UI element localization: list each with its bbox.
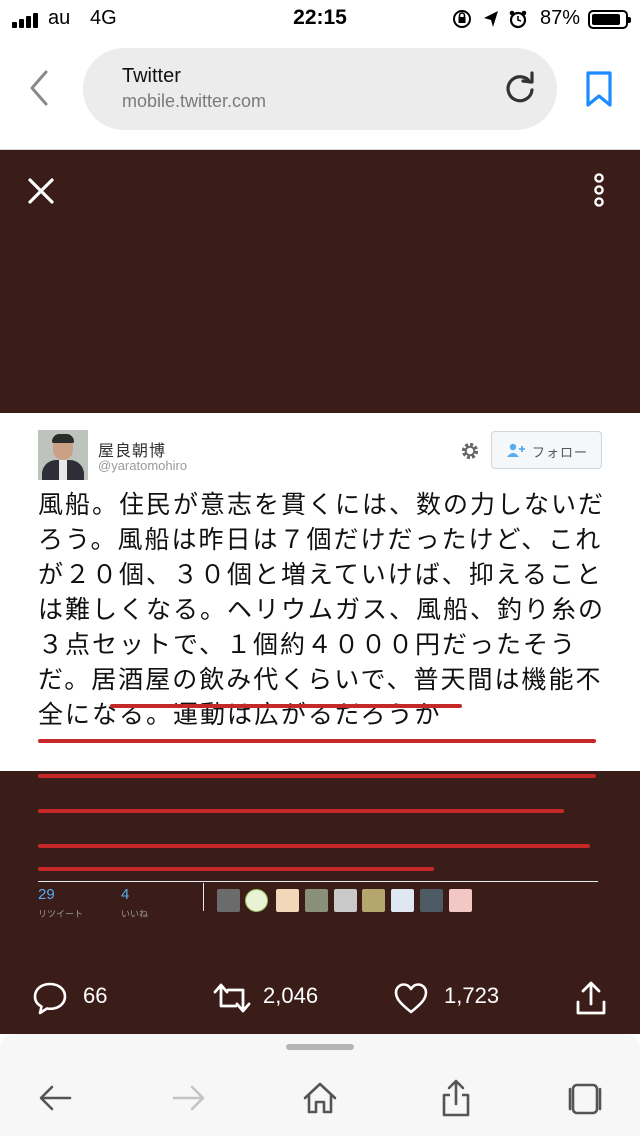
share-icon[interactable]	[573, 980, 609, 1016]
red-underline	[38, 867, 434, 871]
page-url: mobile.twitter.com	[122, 91, 267, 111]
close-icon[interactable]	[24, 174, 58, 208]
liker-avatar	[449, 889, 472, 912]
nav-back-icon[interactable]	[36, 1078, 76, 1118]
status-bar: au 4G 22:15 87%	[0, 0, 640, 40]
nav-forward-icon[interactable]	[168, 1078, 208, 1118]
alarm-icon	[509, 10, 527, 29]
browser-back-icon[interactable]	[20, 66, 60, 110]
retweet-icon[interactable]	[212, 980, 252, 1016]
battery-icon	[588, 10, 631, 29]
tweet-screenshot-image[interactable]: 屋良朝博 @yaratomohiro フォロー 風船。住民が意志を貫くには、数の…	[0, 413, 640, 919]
red-underline	[38, 844, 590, 848]
red-underline	[38, 739, 596, 743]
liker-avatar	[391, 889, 414, 912]
rotation-lock-icon	[453, 10, 471, 28]
author-handle: @yaratomohiro	[98, 458, 188, 473]
liker-avatar	[334, 889, 357, 912]
author-avatar	[38, 430, 88, 480]
share-page-icon[interactable]	[436, 1078, 476, 1118]
tweet-line: 全になる。運動は広がるだろうか	[38, 700, 442, 729]
more-options-icon[interactable]	[584, 170, 614, 210]
like-count: 1,723	[444, 983, 500, 1008]
page-title: Twitter	[122, 65, 181, 87]
gear-icon	[461, 442, 479, 460]
image-retweet-label: リツイート	[38, 909, 84, 919]
drag-handle[interactable]	[286, 1044, 354, 1050]
tweet-actions: 66 2,046 1,723	[0, 970, 640, 1026]
red-underline	[38, 774, 596, 778]
follow-button: フォロー	[491, 431, 602, 469]
location-icon	[484, 11, 498, 27]
tweet-line: ３点セットで、１個約４０００円だったそう	[38, 630, 578, 659]
browser-toolbar	[0, 1034, 640, 1136]
reload-icon[interactable]	[502, 70, 538, 106]
liker-avatar	[305, 889, 328, 912]
reply-count: 66	[83, 983, 108, 1008]
tweet-body: 風船。住民が意志を貫くには、数の力しないだ ろう。風船は昨日は７個だけだったけど…	[38, 487, 608, 732]
browser-header: Twitter mobile.twitter.com	[0, 40, 640, 150]
home-icon[interactable]	[300, 1078, 340, 1118]
image-like-label: いいね	[121, 909, 149, 919]
liker-avatar	[362, 889, 385, 912]
tweet-line: ろう。風船は昨日は７個だけだったけど、これ	[38, 525, 603, 554]
battery-percent: 87%	[540, 7, 581, 29]
red-underline	[38, 809, 564, 813]
retweet-count: 2,046	[263, 983, 319, 1008]
media-viewer: 屋良朝博 @yaratomohiro フォロー 風船。住民が意志を貫くには、数の…	[0, 150, 640, 1034]
tweet-line: は難しくなる。ヘリウムガス、風船、釣り糸の	[38, 595, 606, 624]
image-like-count: 4	[121, 886, 130, 903]
tweet-line: だ。居酒屋の飲み代くらいで、普天間は機能不	[38, 665, 603, 694]
status-icons	[453, 10, 527, 29]
address-bar[interactable]: Twitter mobile.twitter.com	[83, 48, 557, 130]
follow-label: フォロー	[532, 445, 589, 460]
red-underline	[110, 704, 462, 708]
divider	[203, 883, 204, 911]
tweet-line: 風船。住民が意志を貫くには、数の力しないだ	[38, 490, 606, 519]
liker-avatar	[245, 889, 268, 912]
liker-avatar	[420, 889, 443, 912]
tabs-icon[interactable]	[565, 1078, 605, 1118]
bookmark-icon[interactable]	[582, 70, 616, 108]
like-heart-icon[interactable]	[393, 980, 429, 1016]
image-retweet-count: 29	[38, 886, 55, 903]
liker-avatar	[276, 889, 299, 912]
add-user-icon	[507, 443, 525, 457]
divider	[38, 881, 598, 882]
liker-avatar	[217, 889, 240, 912]
tweet-line: が２０個、３０個と増えていけば、抑えること	[38, 560, 604, 589]
reply-icon[interactable]	[32, 980, 68, 1016]
